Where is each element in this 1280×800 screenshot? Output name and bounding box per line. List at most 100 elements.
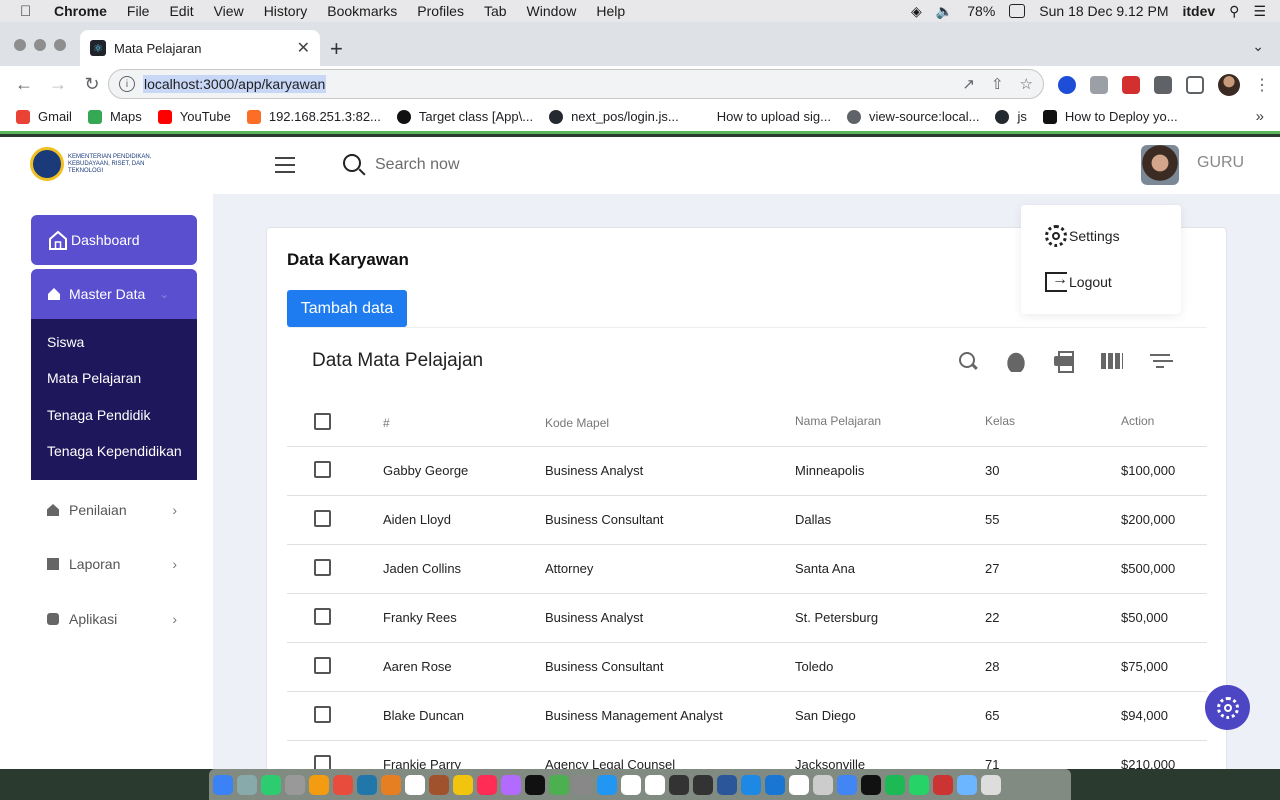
dock-app-icon[interactable] xyxy=(501,774,521,795)
dock-app-icon[interactable] xyxy=(573,774,593,795)
dock-app-icon[interactable] xyxy=(789,774,809,795)
column-header-kelas[interactable]: Kelas xyxy=(985,400,1121,447)
minimize-window-button[interactable] xyxy=(34,39,46,51)
sidebar-item-master-data[interactable]: Master Data ⌄ xyxy=(31,269,197,319)
dock-app-icon[interactable] xyxy=(909,774,929,795)
search-icon[interactable] xyxy=(957,350,979,372)
share-icon[interactable]: ⇧ xyxy=(991,75,1004,93)
bookmark-gitlab[interactable]: 192.168.251.3:82... xyxy=(246,109,381,124)
menu-view[interactable]: View xyxy=(214,3,244,19)
bookmark-next-pos[interactable]: next_pos/login.js... xyxy=(549,109,679,124)
bookmark-youtube[interactable]: YouTube xyxy=(157,109,231,124)
dock-app-icon[interactable] xyxy=(861,774,881,795)
row-checkbox[interactable] xyxy=(314,705,331,723)
sidebar-item-dashboard[interactable]: Dashboard xyxy=(31,215,197,265)
dock-app-icon[interactable] xyxy=(693,774,713,795)
column-header-nama-pelajaran[interactable]: Nama Pelajaran xyxy=(795,400,985,447)
extension-icon[interactable] xyxy=(1058,76,1076,94)
more-menu-icon[interactable]: ⋮ xyxy=(1254,75,1270,95)
close-window-button[interactable] xyxy=(14,39,26,51)
zoom-window-button[interactable] xyxy=(54,39,66,51)
open-external-icon[interactable]: ↗ xyxy=(962,75,975,93)
sidebar-item-penilaian[interactable]: Penilaian › xyxy=(47,502,177,518)
table-row[interactable]: Franky Rees Business Analyst St. Petersbur… xyxy=(287,593,1207,643)
table-row[interactable]: Aiden Lloyd Business Consultant Dallas 55 $2… xyxy=(287,495,1207,545)
battery-icon[interactable] xyxy=(1009,4,1026,18)
menu-history[interactable]: History xyxy=(264,3,308,19)
url-text[interactable]: localhost:3000/app/karyawan xyxy=(143,75,327,93)
dock-app-icon[interactable] xyxy=(957,774,977,795)
filter-icon[interactable] xyxy=(1149,350,1171,372)
dock-app-icon[interactable] xyxy=(765,774,785,795)
profile-avatar[interactable] xyxy=(1218,74,1240,96)
print-icon[interactable] xyxy=(1053,350,1075,373)
dock-app-icon[interactable] xyxy=(381,774,401,795)
bookmarks-overflow-icon[interactable]: » xyxy=(1256,108,1264,125)
camera-extension-icon[interactable] xyxy=(1090,76,1108,94)
dock-app-icon[interactable] xyxy=(261,774,281,795)
user-role[interactable]: GURU xyxy=(1197,154,1244,172)
red-extension-icon[interactable] xyxy=(1122,76,1140,94)
menu-window[interactable]: Window xyxy=(527,3,577,19)
dock-app-icon[interactable] xyxy=(429,774,449,795)
site-info-icon[interactable]: i xyxy=(119,76,135,92)
dock-app-icon[interactable] xyxy=(549,774,569,795)
column-header-kode-mapel[interactable]: Kode Mapel xyxy=(545,400,795,447)
view-columns-icon[interactable] xyxy=(1101,353,1123,369)
menu-tab[interactable]: Tab xyxy=(484,3,507,19)
dock-app-icon[interactable] xyxy=(453,774,473,795)
dock-app-icon[interactable] xyxy=(525,774,545,795)
menu-file[interactable]: File xyxy=(127,3,150,19)
sidebar-icon[interactable] xyxy=(1186,76,1204,94)
dock-app-icon[interactable] xyxy=(933,774,953,795)
bookmark-deploy[interactable]: How to Deploy yo... xyxy=(1042,109,1178,124)
bookmark-js[interactable]: js xyxy=(995,109,1027,124)
dock-app-icon[interactable] xyxy=(285,774,305,795)
dock-app-icon[interactable] xyxy=(981,774,1001,795)
column-header-action[interactable]: Action xyxy=(1121,400,1207,447)
dock-app-icon[interactable] xyxy=(405,774,425,795)
dock-app-icon[interactable] xyxy=(333,774,353,795)
dock-app-icon[interactable] xyxy=(477,774,497,795)
tab-search-icon[interactable]: ⌄ xyxy=(1252,38,1264,55)
wifi-icon[interactable]: ◈ xyxy=(911,3,922,20)
settings-fab-button[interactable] xyxy=(1205,685,1250,730)
apple-icon[interactable]:  xyxy=(20,3,36,20)
row-checkbox[interactable] xyxy=(314,558,331,576)
puzzle-icon[interactable] xyxy=(1154,76,1172,94)
table-row[interactable]: Aaren Rose Business Consultant Toledo 28 $75… xyxy=(287,642,1207,692)
column-header-number[interactable]: # xyxy=(383,400,545,447)
bookmark-maps[interactable]: Maps xyxy=(87,109,142,124)
dock-app-icon[interactable] xyxy=(309,774,329,795)
forward-button[interactable]: → xyxy=(48,74,68,95)
search-input[interactable] xyxy=(375,153,675,177)
table-row[interactable]: Blake Duncan Business Management Analyst S… xyxy=(287,691,1207,741)
dock-app-icon[interactable] xyxy=(885,774,905,795)
dock-app-icon[interactable] xyxy=(621,774,641,795)
sidebar-subitem-siswa[interactable]: Siswa xyxy=(47,334,84,350)
dock-app-icon[interactable] xyxy=(237,774,257,795)
menu-help[interactable]: Help xyxy=(596,3,625,19)
user-avatar[interactable] xyxy=(1141,145,1179,185)
table-row[interactable]: Gabby George Business Analyst Minneapolis 3… xyxy=(287,446,1207,496)
sidebar-subitem-mata-pelajaran[interactable]: Mata Pelajaran xyxy=(47,370,141,386)
clock[interactable]: Sun 18 Dec 9.12 PM xyxy=(1039,3,1168,19)
row-checkbox[interactable] xyxy=(314,754,331,769)
logo[interactable]: KEMENTERIAN PENDIDIKAN, KEBUDAYAAN, RISE… xyxy=(30,147,152,181)
sidebar-item-aplikasi[interactable]: Aplikasi › xyxy=(47,611,177,627)
menu-profiles[interactable]: Profiles xyxy=(417,3,464,19)
dock-app-icon[interactable] xyxy=(669,774,689,795)
logout-menu-item[interactable]: Logout xyxy=(1045,271,1112,292)
volume-icon[interactable]: 🔈 xyxy=(936,3,953,20)
sidebar-subitem-tenaga-kependidikan[interactable]: Tenaga Kependidikan xyxy=(47,443,182,459)
back-button[interactable]: ← xyxy=(14,74,34,95)
new-tab-button[interactable]: + xyxy=(330,36,343,62)
row-checkbox[interactable] xyxy=(314,460,331,478)
dock-app-icon[interactable] xyxy=(717,774,737,795)
select-all-checkbox[interactable] xyxy=(314,412,331,430)
dock-app-icon[interactable] xyxy=(813,774,833,795)
menu-app-name[interactable]: Chrome xyxy=(54,3,107,19)
menu-bookmarks[interactable]: Bookmarks xyxy=(327,3,397,19)
bookmark-upload-sig[interactable]: How to upload sig... xyxy=(694,109,831,124)
tab-close-icon[interactable]: ✕ xyxy=(297,38,310,58)
